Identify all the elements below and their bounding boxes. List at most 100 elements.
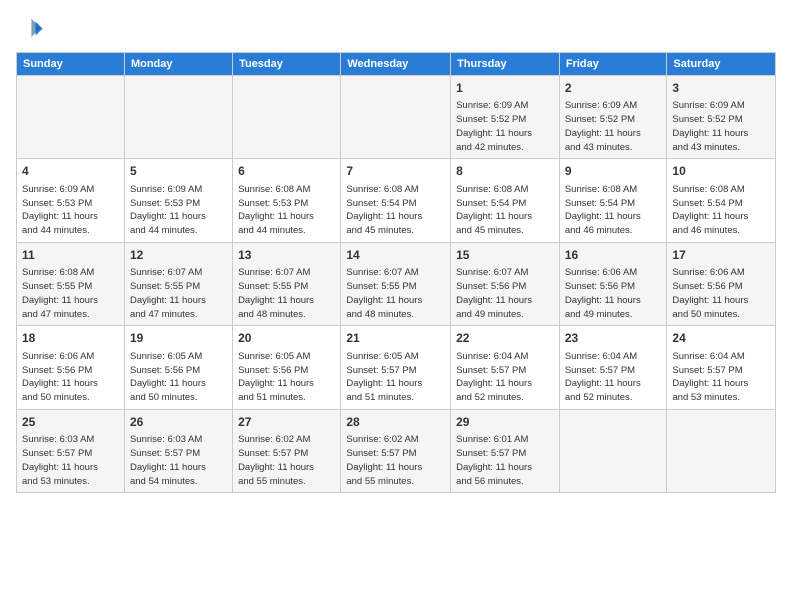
day-number: 5 <box>130 163 227 180</box>
day-info: Sunrise: 6:05 AM Sunset: 5:56 PM Dayligh… <box>130 350 227 405</box>
day-info: Sunrise: 6:07 AM Sunset: 5:55 PM Dayligh… <box>238 266 335 321</box>
calendar-cell <box>124 76 232 159</box>
day-info: Sunrise: 6:08 AM Sunset: 5:54 PM Dayligh… <box>565 183 662 238</box>
day-info: Sunrise: 6:03 AM Sunset: 5:57 PM Dayligh… <box>22 433 119 488</box>
day-info: Sunrise: 6:09 AM Sunset: 5:52 PM Dayligh… <box>672 99 770 154</box>
day-number: 8 <box>456 163 554 180</box>
day-info: Sunrise: 6:02 AM Sunset: 5:57 PM Dayligh… <box>346 433 445 488</box>
calendar-cell: 6 Sunrise: 6:08 AM Sunset: 5:53 PM Daylig… <box>233 159 341 242</box>
day-number: 18 <box>22 330 119 347</box>
calendar-cell <box>341 76 451 159</box>
calendar-cell: 25 Sunrise: 6:03 AM Sunset: 5:57 PM Dayli… <box>17 409 125 492</box>
week-row-3: 11 Sunrise: 6:08 AM Sunset: 5:55 PM Dayli… <box>17 242 776 325</box>
day-number: 11 <box>22 247 119 264</box>
day-number: 6 <box>238 163 335 180</box>
page-header <box>16 16 776 44</box>
day-number: 10 <box>672 163 770 180</box>
day-info: Sunrise: 6:09 AM Sunset: 5:53 PM Dayligh… <box>22 183 119 238</box>
calendar-cell <box>559 409 667 492</box>
day-info: Sunrise: 6:08 AM Sunset: 5:54 PM Dayligh… <box>672 183 770 238</box>
day-number: 23 <box>565 330 662 347</box>
header-cell-tuesday: Tuesday <box>233 53 341 76</box>
calendar-cell: 20 Sunrise: 6:05 AM Sunset: 5:56 PM Dayli… <box>233 326 341 409</box>
calendar-cell: 22 Sunrise: 6:04 AM Sunset: 5:57 PM Dayli… <box>451 326 560 409</box>
day-number: 14 <box>346 247 445 264</box>
day-info: Sunrise: 6:04 AM Sunset: 5:57 PM Dayligh… <box>672 350 770 405</box>
day-number: 17 <box>672 247 770 264</box>
calendar-cell: 28 Sunrise: 6:02 AM Sunset: 5:57 PM Dayli… <box>341 409 451 492</box>
calendar-cell: 12Sunrise: 6:07 AM Sunset: 5:55 PM Dayli… <box>124 242 232 325</box>
day-number: 24 <box>672 330 770 347</box>
day-number: 27 <box>238 414 335 431</box>
day-number: 9 <box>565 163 662 180</box>
calendar-cell: 18 Sunrise: 6:06 AM Sunset: 5:56 PM Dayli… <box>17 326 125 409</box>
day-number: 20 <box>238 330 335 347</box>
day-number: 28 <box>346 414 445 431</box>
day-number: 15 <box>456 247 554 264</box>
day-info: Sunrise: 6:03 AM Sunset: 5:57 PM Dayligh… <box>130 433 227 488</box>
calendar-cell: 27 Sunrise: 6:02 AM Sunset: 5:57 PM Dayli… <box>233 409 341 492</box>
calendar-cell <box>233 76 341 159</box>
calendar-cell: 4 Sunrise: 6:09 AM Sunset: 5:53 PM Daylig… <box>17 159 125 242</box>
week-row-2: 4 Sunrise: 6:09 AM Sunset: 5:53 PM Daylig… <box>17 159 776 242</box>
day-number: 2 <box>565 80 662 97</box>
header-cell-friday: Friday <box>559 53 667 76</box>
day-info: Sunrise: 6:08 AM Sunset: 5:54 PM Dayligh… <box>456 183 554 238</box>
calendar-cell: 21Sunrise: 6:05 AM Sunset: 5:57 PM Dayli… <box>341 326 451 409</box>
day-info: Sunrise: 6:05 AM Sunset: 5:56 PM Dayligh… <box>238 350 335 405</box>
calendar-table: SundayMondayTuesdayWednesdayThursdayFrid… <box>16 52 776 493</box>
calendar-cell: 9 Sunrise: 6:08 AM Sunset: 5:54 PM Daylig… <box>559 159 667 242</box>
calendar-cell: 1 Sunrise: 6:09 AM Sunset: 5:52 PM Daylig… <box>451 76 560 159</box>
logo-icon <box>16 16 44 44</box>
day-number: 1 <box>456 80 554 97</box>
day-info: Sunrise: 6:08 AM Sunset: 5:55 PM Dayligh… <box>22 266 119 321</box>
header-cell-wednesday: Wednesday <box>341 53 451 76</box>
day-number: 22 <box>456 330 554 347</box>
day-info: Sunrise: 6:07 AM Sunset: 5:55 PM Dayligh… <box>346 266 445 321</box>
calendar-cell: 23 Sunrise: 6:04 AM Sunset: 5:57 PM Dayli… <box>559 326 667 409</box>
day-number: 4 <box>22 163 119 180</box>
day-number: 13 <box>238 247 335 264</box>
day-info: Sunrise: 6:04 AM Sunset: 5:57 PM Dayligh… <box>456 350 554 405</box>
day-number: 7 <box>346 163 445 180</box>
calendar-cell: 15 Sunrise: 6:07 AM Sunset: 5:56 PM Dayli… <box>451 242 560 325</box>
calendar-cell: 10 Sunrise: 6:08 AM Sunset: 5:54 PM Dayli… <box>667 159 776 242</box>
calendar-header: SundayMondayTuesdayWednesdayThursdayFrid… <box>17 53 776 76</box>
calendar-cell: 13 Sunrise: 6:07 AM Sunset: 5:55 PM Dayli… <box>233 242 341 325</box>
day-info: Sunrise: 6:09 AM Sunset: 5:53 PM Dayligh… <box>130 183 227 238</box>
calendar-cell: 29Sunrise: 6:01 AM Sunset: 5:57 PM Dayli… <box>451 409 560 492</box>
calendar-cell: 19 Sunrise: 6:05 AM Sunset: 5:56 PM Dayli… <box>124 326 232 409</box>
day-info: Sunrise: 6:06 AM Sunset: 5:56 PM Dayligh… <box>565 266 662 321</box>
calendar-cell: 24 Sunrise: 6:04 AM Sunset: 5:57 PM Dayli… <box>667 326 776 409</box>
calendar-cell: 3 Sunrise: 6:09 AM Sunset: 5:52 PM Daylig… <box>667 76 776 159</box>
calendar-body: 1 Sunrise: 6:09 AM Sunset: 5:52 PM Daylig… <box>17 76 776 493</box>
day-number: 26 <box>130 414 227 431</box>
day-info: Sunrise: 6:09 AM Sunset: 5:52 PM Dayligh… <box>456 99 554 154</box>
calendar-cell: 17Sunrise: 6:06 AM Sunset: 5:56 PM Dayli… <box>667 242 776 325</box>
week-row-5: 25 Sunrise: 6:03 AM Sunset: 5:57 PM Dayli… <box>17 409 776 492</box>
calendar-cell: 5 Sunrise: 6:09 AM Sunset: 5:53 PM Daylig… <box>124 159 232 242</box>
day-info: Sunrise: 6:08 AM Sunset: 5:53 PM Dayligh… <box>238 183 335 238</box>
day-info: Sunrise: 6:01 AM Sunset: 5:57 PM Dayligh… <box>456 433 554 488</box>
day-info: Sunrise: 6:04 AM Sunset: 5:57 PM Dayligh… <box>565 350 662 405</box>
header-cell-monday: Monday <box>124 53 232 76</box>
week-row-4: 18 Sunrise: 6:06 AM Sunset: 5:56 PM Dayli… <box>17 326 776 409</box>
calendar-cell <box>667 409 776 492</box>
day-number: 12 <box>130 247 227 264</box>
calendar-cell: 8 Sunrise: 6:08 AM Sunset: 5:54 PM Daylig… <box>451 159 560 242</box>
calendar-cell: 7 Sunrise: 6:08 AM Sunset: 5:54 PM Daylig… <box>341 159 451 242</box>
header-cell-saturday: Saturday <box>667 53 776 76</box>
day-info: Sunrise: 6:02 AM Sunset: 5:57 PM Dayligh… <box>238 433 335 488</box>
header-cell-thursday: Thursday <box>451 53 560 76</box>
day-number: 19 <box>130 330 227 347</box>
calendar-cell <box>17 76 125 159</box>
calendar-cell: 26 Sunrise: 6:03 AM Sunset: 5:57 PM Dayli… <box>124 409 232 492</box>
day-info: Sunrise: 6:06 AM Sunset: 5:56 PM Dayligh… <box>22 350 119 405</box>
header-cell-sunday: Sunday <box>17 53 125 76</box>
day-number: 3 <box>672 80 770 97</box>
day-info: Sunrise: 6:07 AM Sunset: 5:56 PM Dayligh… <box>456 266 554 321</box>
day-info: Sunrise: 6:08 AM Sunset: 5:54 PM Dayligh… <box>346 183 445 238</box>
day-info: Sunrise: 6:05 AM Sunset: 5:57 PM Dayligh… <box>346 350 445 405</box>
day-number: 25 <box>22 414 119 431</box>
calendar-cell: 2Sunrise: 6:09 AM Sunset: 5:52 PM Daylig… <box>559 76 667 159</box>
